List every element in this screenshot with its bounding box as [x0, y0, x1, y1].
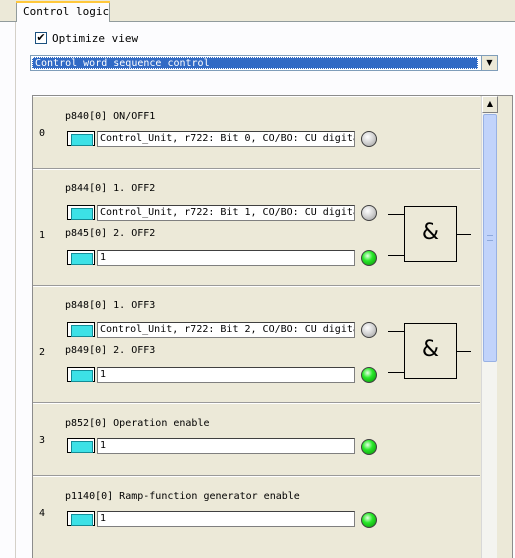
sequence-control-dropdown[interactable]: Control word sequence control ▼: [30, 55, 498, 71]
gate-output-wire: [457, 234, 471, 235]
sequence-row-1: 1 p844[0] 1. OFF2 Control_Unit, r722: Bi…: [33, 169, 480, 286]
dropdown-selected-value: Control word sequence control: [32, 57, 478, 69]
status-led-icon: [361, 439, 377, 455]
gate-input-wire: [388, 214, 404, 215]
sequence-list: 0 p840[0] ON/OFF1 Control_Unit, r722: Bi…: [32, 95, 513, 558]
signal-source-field[interactable]: Control_Unit, r722: Bit 1, CO/BO: CU dig…: [97, 205, 355, 221]
scroll-up-icon[interactable]: ▲: [482, 96, 498, 113]
scrollbar-thumb[interactable]: [483, 114, 497, 362]
signal-source-field[interactable]: Control_Unit, r722: Bit 2, CO/BO: CU dig…: [97, 322, 355, 338]
row-index: 2: [39, 347, 46, 358]
status-led-icon: [361, 322, 377, 338]
status-led-icon: [361, 250, 377, 266]
connector-pin-icon[interactable]: [67, 511, 95, 526]
gate-input-wire: [388, 331, 404, 332]
signal-source-field[interactable]: 1: [97, 511, 355, 527]
param-label: p840[0] ON/OFF1: [65, 111, 156, 122]
signal-source-field[interactable]: 1: [97, 438, 355, 454]
connector-pin-icon[interactable]: [67, 367, 95, 382]
row-index: 4: [39, 508, 46, 519]
gate-output-wire: [457, 351, 471, 352]
connector-pin-icon[interactable]: [67, 250, 95, 265]
gate-input-wire: [388, 372, 404, 373]
chevron-down-icon[interactable]: ▼: [481, 56, 497, 70]
sequence-row-0: 0 p840[0] ON/OFF1 Control_Unit, r722: Bi…: [33, 96, 480, 169]
left-edge: [0, 22, 16, 558]
optimize-view-checkbox[interactable]: ✔: [35, 32, 47, 44]
sequence-row-3: 3 p852[0] Operation enable 1: [33, 403, 480, 476]
param-label-2: p849[0] 2. OFF3: [65, 345, 156, 356]
param-label: p848[0] 1. OFF3: [65, 300, 156, 311]
vertical-scrollbar[interactable]: ▲: [481, 96, 498, 558]
param-label: p852[0] Operation enable: [65, 418, 210, 429]
and-gate-icon: &: [404, 323, 457, 379]
scrollbar-grip-icon: [487, 235, 493, 241]
optimize-view-label[interactable]: Optimize view: [52, 32, 138, 45]
row-index: 3: [39, 435, 46, 446]
status-led-icon: [361, 131, 377, 147]
connector-pin-icon[interactable]: [67, 322, 95, 337]
connector-pin-icon[interactable]: [67, 205, 95, 220]
row-index: 0: [39, 128, 46, 139]
signal-source-field-2[interactable]: 1: [97, 250, 355, 266]
gate-input-wire: [388, 255, 404, 256]
param-label: p844[0] 1. OFF2: [65, 183, 156, 194]
sequence-row-2: 2 p848[0] 1. OFF3 Control_Unit, r722: Bi…: [33, 286, 480, 403]
signal-source-field-2[interactable]: 1: [97, 367, 355, 383]
connector-pin-icon[interactable]: [67, 438, 95, 453]
row-index: 1: [39, 230, 46, 241]
status-led-icon: [361, 512, 377, 528]
param-label: p1140[0] Ramp-function generator enable: [65, 491, 300, 502]
signal-source-field[interactable]: Control_Unit, r722: Bit 0, CO/BO: CU dig…: [97, 131, 355, 147]
and-gate-icon: &: [404, 206, 457, 262]
tab-control-logic[interactable]: Control logic: [16, 1, 110, 22]
connector-pin-icon[interactable]: [67, 131, 95, 146]
param-label-2: p845[0] 2. OFF2: [65, 228, 156, 239]
status-led-icon: [361, 205, 377, 221]
sequence-row-4: 4 p1140[0] Ramp-function generator enabl…: [33, 476, 480, 558]
status-led-icon: [361, 367, 377, 383]
